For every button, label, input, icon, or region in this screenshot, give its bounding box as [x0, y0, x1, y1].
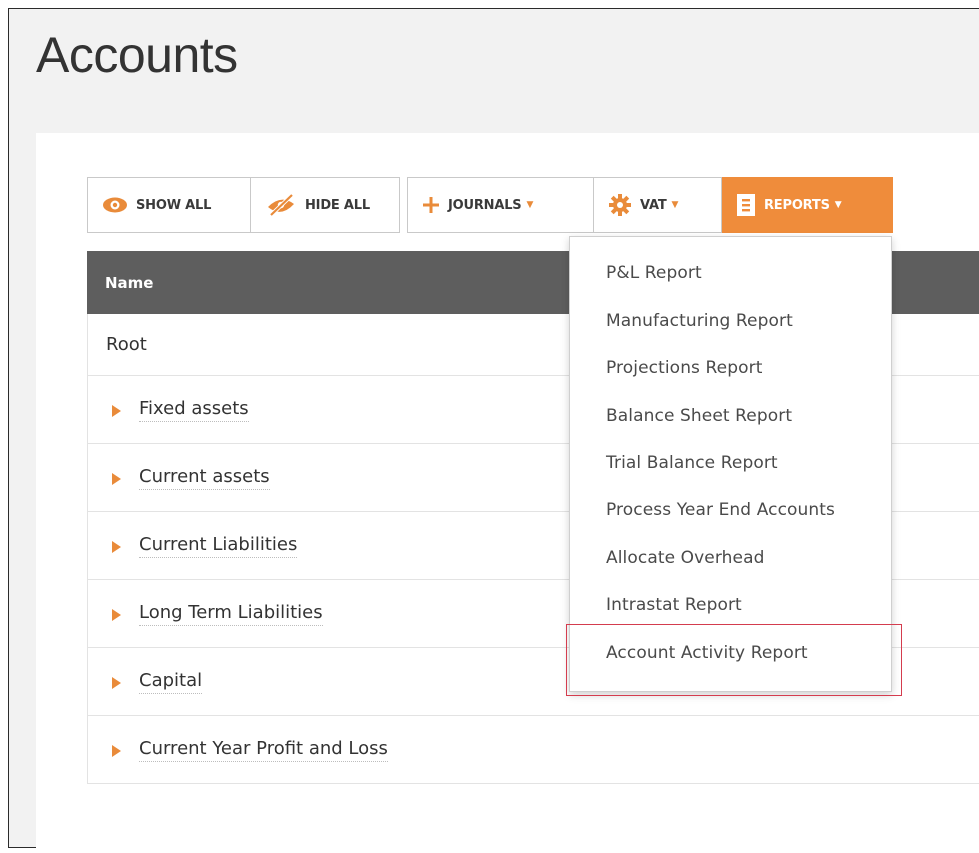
- row-label[interactable]: Fixed assets: [139, 398, 249, 422]
- menu-item-pl-report[interactable]: P&L Report: [606, 263, 702, 283]
- hide-all-label: HIDE ALL: [305, 197, 370, 213]
- menu-item-process-year-end-accounts[interactable]: Process Year End Accounts: [606, 500, 835, 520]
- gear-icon: [608, 193, 632, 217]
- journals-button[interactable]: JOURNALS ▼: [407, 177, 594, 233]
- row-label: Root: [106, 334, 147, 355]
- show-all-button[interactable]: SHOW ALL: [87, 177, 251, 233]
- menu-item-account-activity-report[interactable]: Account Activity Report: [606, 643, 808, 663]
- menu-item-intrastat-report[interactable]: Intrastat Report: [606, 595, 742, 615]
- expand-arrow-icon[interactable]: [112, 404, 121, 417]
- vat-label: VAT: [640, 197, 667, 213]
- reports-dropdown-menu: P&L Report Manufacturing Report Projecti…: [569, 236, 892, 692]
- visibility-button-group: SHOW ALL HIDE ALL: [87, 177, 400, 233]
- expand-arrow-icon[interactable]: [112, 608, 121, 621]
- row-label[interactable]: Long Term Liabilities: [139, 602, 323, 626]
- menu-item-manufacturing-report[interactable]: Manufacturing Report: [606, 311, 793, 331]
- reports-label: REPORTS: [764, 197, 830, 213]
- row-label[interactable]: Current Year Profit and Loss: [139, 738, 388, 762]
- chevron-down-icon: ▼: [526, 200, 534, 210]
- actions-button-group: JOURNALS ▼ VAT ▼ REPORTS ▼: [407, 177, 893, 233]
- expand-arrow-icon[interactable]: [112, 540, 121, 553]
- expand-arrow-icon[interactable]: [112, 744, 121, 757]
- menu-item-balance-sheet-report[interactable]: Balance Sheet Report: [606, 406, 792, 426]
- eye-icon: [102, 196, 128, 214]
- journals-label: JOURNALS: [448, 197, 522, 213]
- expand-arrow-icon[interactable]: [112, 676, 121, 689]
- menu-item-allocate-overhead[interactable]: Allocate Overhead: [606, 548, 765, 568]
- page-title: Accounts: [36, 27, 238, 83]
- table-row[interactable]: Current Year Profit and Loss: [87, 716, 979, 784]
- menu-item-projections-report[interactable]: Projections Report: [606, 358, 762, 378]
- row-label[interactable]: Current assets: [139, 466, 270, 490]
- menu-item-trial-balance-report[interactable]: Trial Balance Report: [606, 453, 778, 473]
- vat-button[interactable]: VAT ▼: [594, 177, 722, 233]
- chevron-down-icon: ▼: [671, 200, 679, 210]
- column-header-name: Name: [105, 273, 154, 292]
- plus-icon: [422, 196, 440, 214]
- row-label[interactable]: Current Liabilities: [139, 534, 298, 558]
- hide-all-button[interactable]: HIDE ALL: [251, 177, 400, 233]
- reports-button[interactable]: REPORTS ▼: [722, 177, 893, 233]
- eye-slash-icon: [265, 194, 297, 216]
- toolbar: SHOW ALL HIDE ALL JOURNALS ▼ VAT ▼ REPOR…: [87, 177, 893, 233]
- expand-arrow-icon[interactable]: [112, 472, 121, 485]
- chevron-down-icon: ▼: [834, 200, 842, 210]
- row-label[interactable]: Capital: [139, 670, 203, 694]
- show-all-label: SHOW ALL: [136, 197, 212, 213]
- document-icon: [736, 193, 756, 217]
